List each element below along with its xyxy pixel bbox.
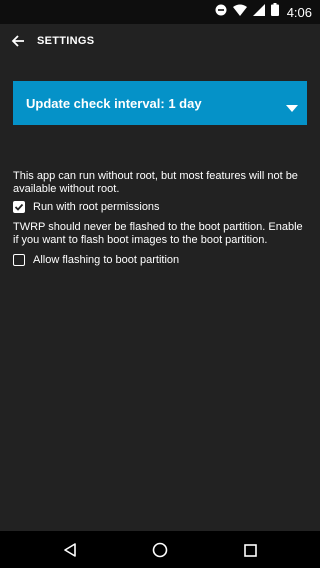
boot-flash-checkbox[interactable] [13,254,25,266]
dropdown-arrow-icon [286,99,298,117]
update-interval-dropdown[interactable]: Update check interval: 1 day [13,81,307,125]
status-time: 4:06 [286,4,312,20]
arrow-back-icon[interactable] [7,30,29,52]
root-description: This app can run without root, but most … [13,170,298,195]
root-permission-checkbox-row[interactable]: Run with root permissions [13,199,160,215]
update-interval-label: Update check interval: 1 day [26,96,202,111]
page-title: SETTINGS [37,35,95,47]
checkmark-icon [14,203,24,211]
root-permission-label: Run with root permissions [33,201,160,213]
navigation-bar [0,531,320,568]
status-icons: 4:06 [215,0,312,24]
wifi-icon [232,3,247,21]
recents-square-icon[interactable] [239,539,261,561]
boot-description: TWRP should never be flashed to the boot… [13,221,303,246]
toolbar: SETTINGS [0,24,320,58]
do-not-disturb-icon [215,3,227,21]
boot-flash-checkbox-row[interactable]: Allow flashing to boot partition [13,252,179,268]
signal-icon [252,3,265,21]
back-triangle-icon[interactable] [59,539,81,561]
boot-flash-label: Allow flashing to boot partition [33,254,180,266]
home-circle-icon[interactable] [149,539,171,561]
status-bar: 4:06 [0,0,320,24]
battery-icon [270,3,279,21]
root-permission-checkbox[interactable] [13,201,25,213]
